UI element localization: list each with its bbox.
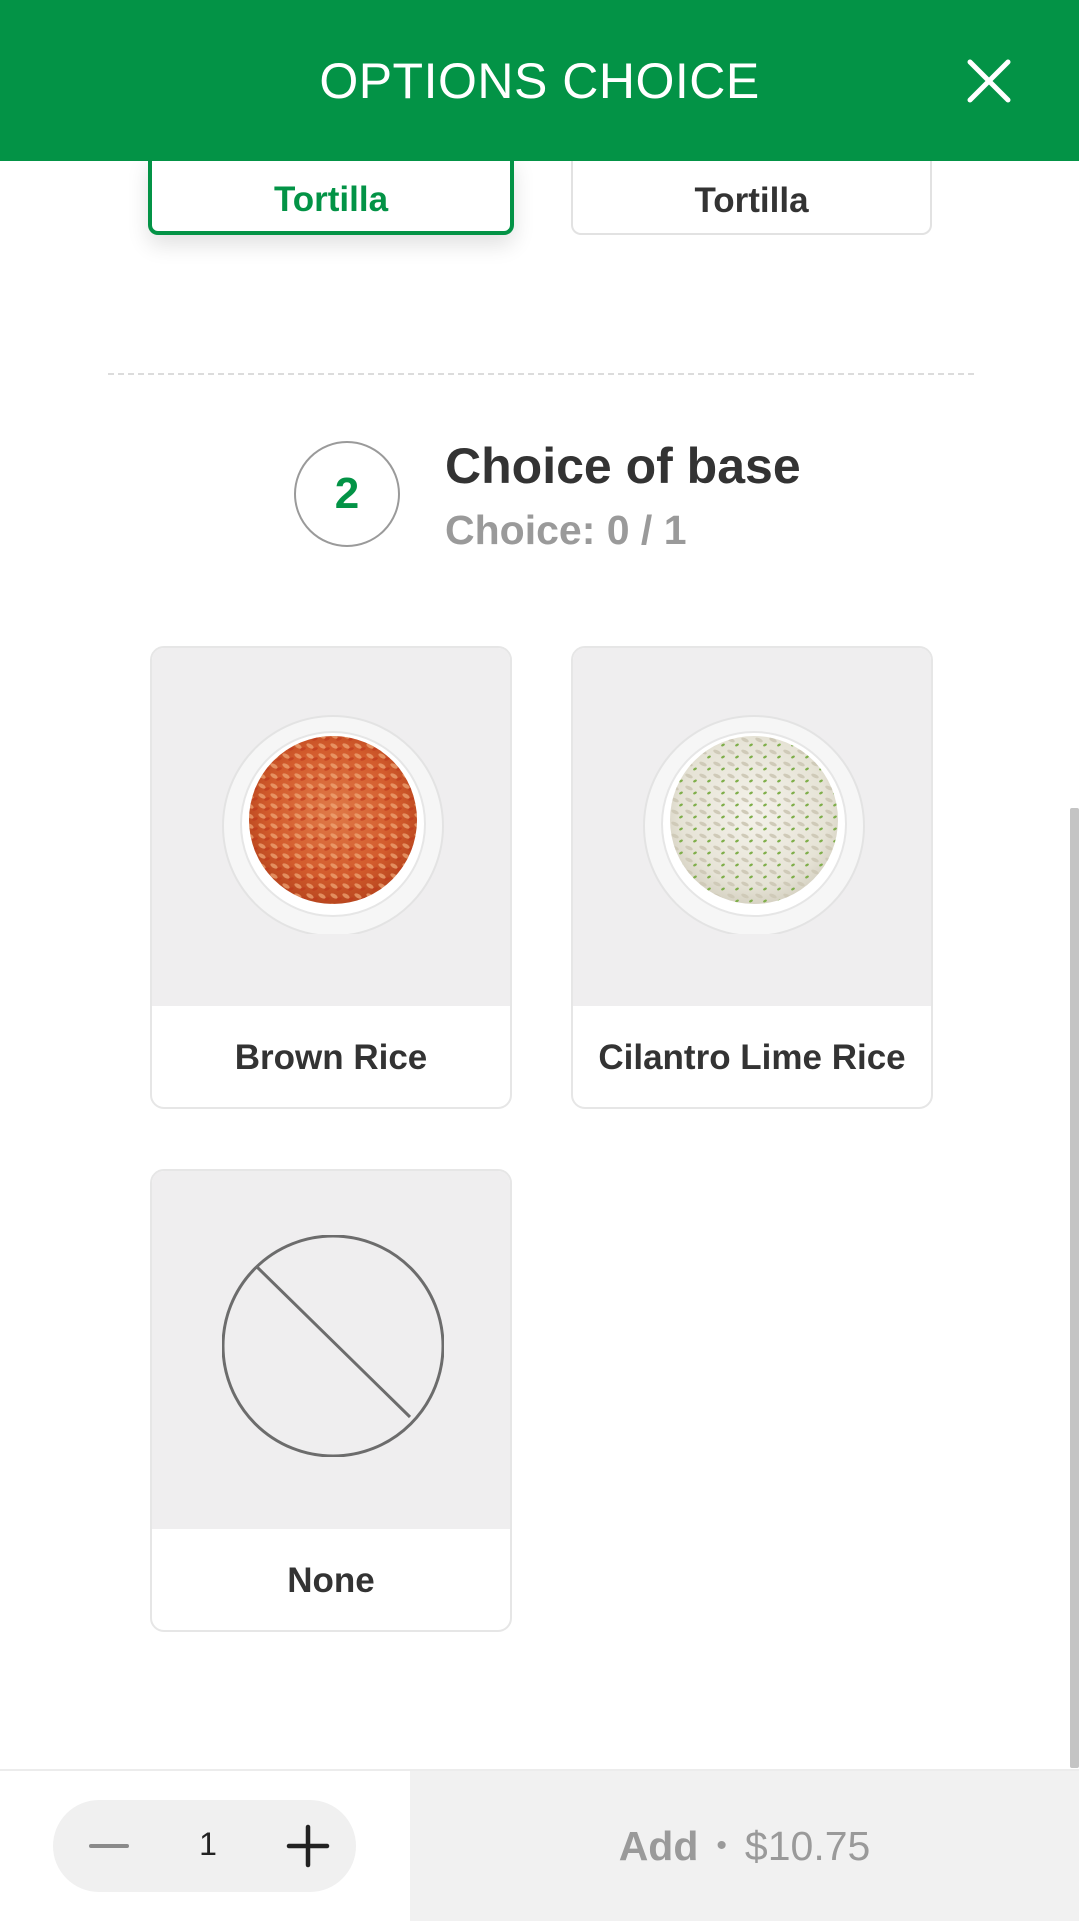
quantity-value: 1 [199, 1826, 217, 1862]
option-brown-rice[interactable]: Brown Rice [150, 646, 512, 1109]
plus-icon [286, 1824, 330, 1868]
option-cilantro-lime-rice[interactable]: Cilantro Lime Rice [571, 646, 933, 1109]
brown-rice-bowl-icon [222, 715, 444, 934]
option-label: Tortilla [694, 180, 809, 220]
section-divider [108, 373, 974, 375]
step-number-badge: 2 [294, 441, 400, 547]
option-label: Brown Rice [234, 1037, 428, 1077]
add-label: Add [618, 1822, 699, 1869]
option-label: Tortilla [273, 179, 389, 219]
footer: 1 Add • $10.75 [0, 1769, 1079, 1921]
option-label: None [287, 1560, 375, 1600]
close-button[interactable] [964, 56, 1014, 106]
price: $10.75 [744, 1822, 871, 1869]
option-none[interactable]: None [150, 1169, 512, 1632]
none-icon [222, 1235, 444, 1457]
none-image [152, 1171, 510, 1529]
increase-quantity-button[interactable] [278, 1816, 338, 1876]
decrease-quantity-button[interactable] [79, 1816, 139, 1876]
scrollbar[interactable] [1070, 808, 1079, 1768]
option-tortilla-selected[interactable]: Tortilla [148, 161, 514, 235]
separator-dot: • [716, 1829, 727, 1862]
add-to-order-button[interactable]: Add • $10.75 [410, 1771, 1079, 1921]
quantity-stepper: 1 [53, 1800, 356, 1892]
option-label: Cilantro Lime Rice [598, 1037, 906, 1077]
option-tortilla[interactable]: Tortilla [571, 161, 932, 235]
header: OPTIONS CHOICE [0, 0, 1079, 161]
choice-counter: Choice: 0 / 1 [445, 507, 687, 553]
cilantro-lime-rice-bowl-icon [643, 715, 865, 934]
section-title: Choice of base [445, 438, 801, 494]
page-title: OPTIONS CHOICE [319, 53, 760, 109]
options-list[interactable]: Tortilla Tortilla 2 Choice of base Choic… [0, 161, 1079, 1769]
minus-icon [89, 1844, 129, 1848]
close-icon [967, 59, 1011, 103]
cilantro-lime-rice-image [573, 648, 931, 1006]
brown-rice-image [152, 648, 510, 1006]
